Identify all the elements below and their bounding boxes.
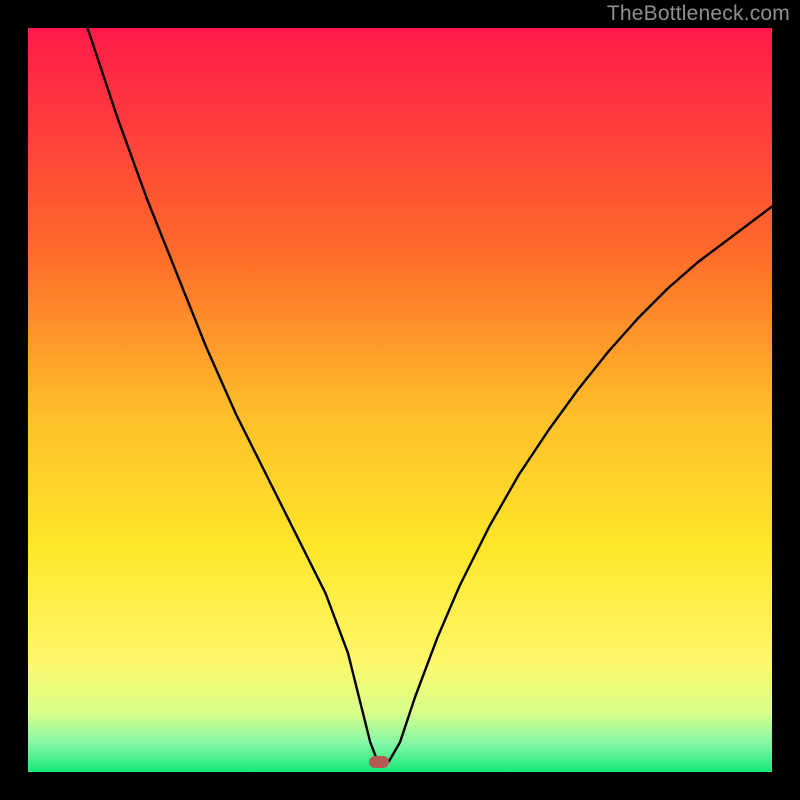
- outer-frame: TheBottleneck.com: [0, 0, 800, 800]
- watermark-text: TheBottleneck.com: [607, 2, 790, 26]
- plot-area: [28, 28, 772, 772]
- optimum-marker: [369, 756, 389, 768]
- bottleneck-curve: [28, 28, 772, 772]
